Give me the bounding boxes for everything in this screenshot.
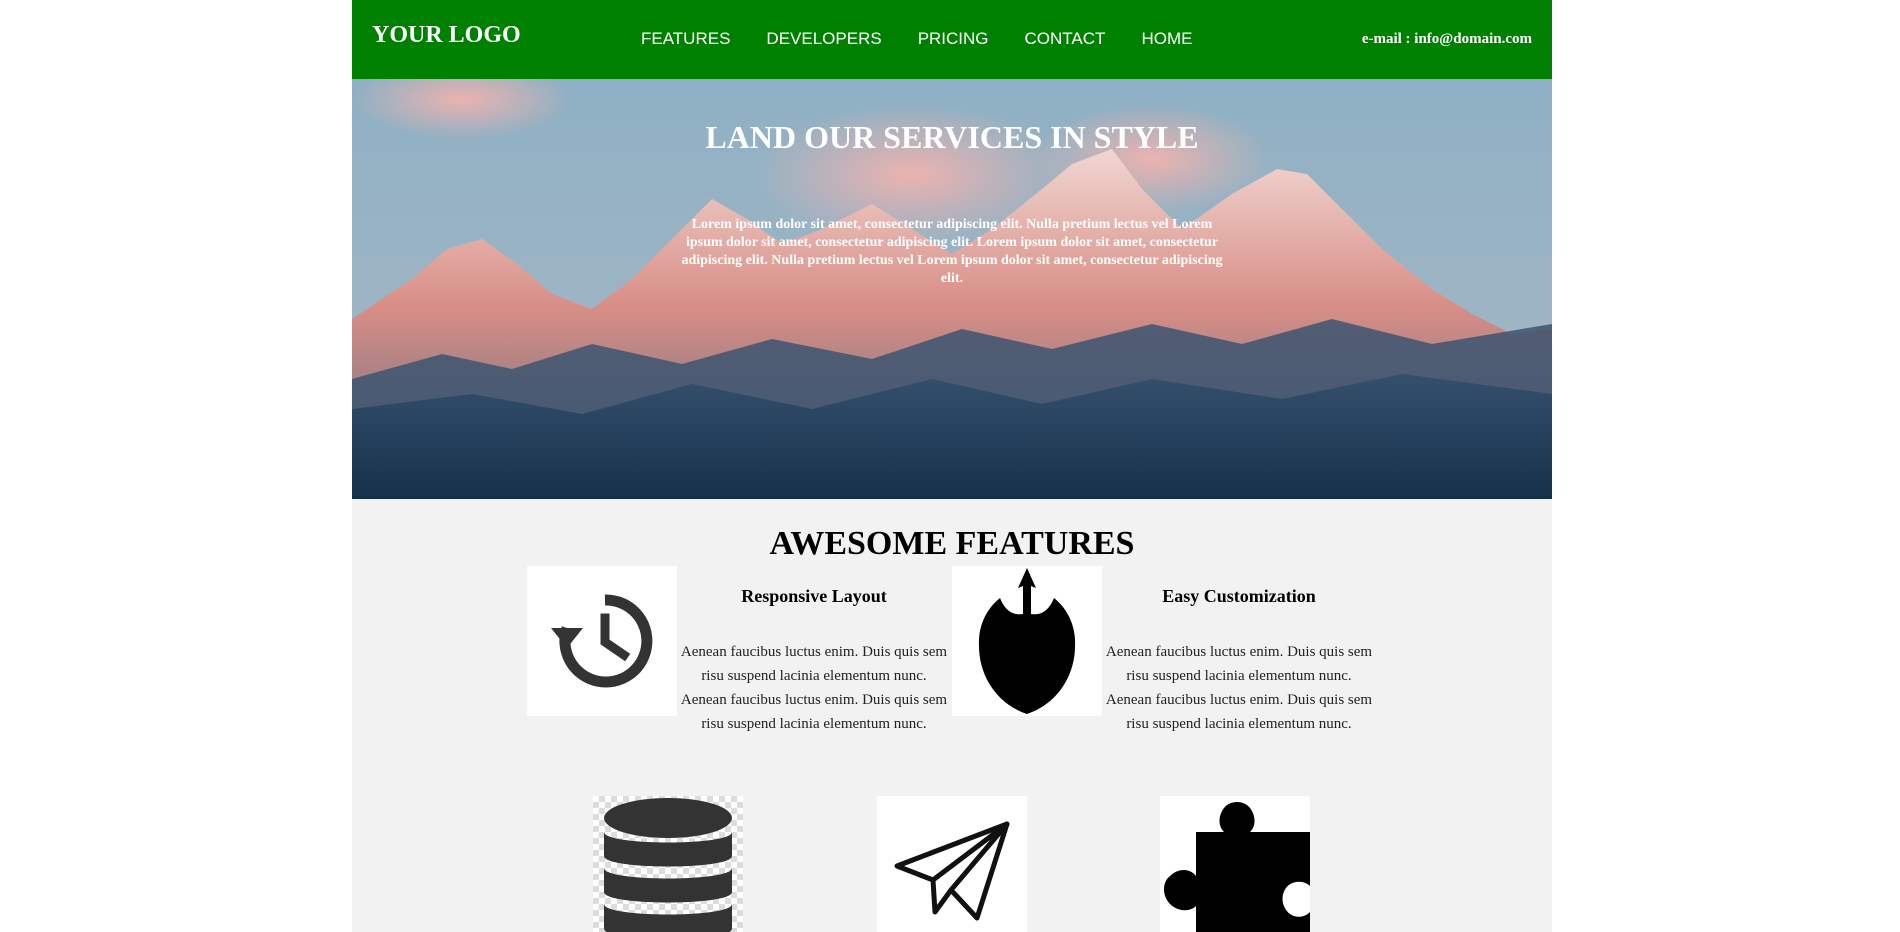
feature-heading-responsive: Responsive Layout <box>741 586 887 606</box>
database-icon <box>593 796 743 932</box>
rebel-alliance-icon <box>952 566 1102 716</box>
contact-email: e-mail : info@domain.com <box>1361 31 1532 47</box>
nav-link-contact[interactable]: CONTACT <box>1025 29 1106 49</box>
page-container: YOUR LOGO FEATURES DEVELOPERS PRICING CO… <box>352 0 1552 932</box>
feature-text-customization: Aenean faucibus luctus enim. Duis quis s… <box>1105 644 1373 732</box>
site-header: YOUR LOGO FEATURES DEVELOPERS PRICING CO… <box>352 0 1552 79</box>
puzzle-icon <box>1160 796 1310 932</box>
nav-link-developers[interactable]: DEVELOPERS <box>766 29 881 49</box>
site-logo[interactable]: YOUR LOGO <box>372 22 521 49</box>
features-title: AWESOME FEATURES <box>769 525 1135 562</box>
hero-title: LAND OUR SERVICES IN STYLE <box>705 119 1199 155</box>
nav-link-features[interactable]: FEATURES <box>641 29 730 49</box>
hero-description: Lorem ipsum dolor sit amet, consectetur … <box>681 217 1223 286</box>
nav-link-home[interactable]: HOME <box>1141 29 1192 49</box>
hero-banner: LAND OUR SERVICES IN STYLE Lorem ipsum d… <box>352 79 1552 499</box>
feature-heading-customization: Easy Customization <box>1162 586 1316 606</box>
history-icon <box>527 566 677 716</box>
paper-plane-icon <box>877 796 1027 932</box>
main-nav: FEATURES DEVELOPERS PRICING CONTACT HOME <box>641 29 1228 49</box>
feature-text-responsive: Aenean faucibus luctus enim. Duis quis s… <box>680 644 948 732</box>
nav-link-pricing[interactable]: PRICING <box>918 29 989 49</box>
